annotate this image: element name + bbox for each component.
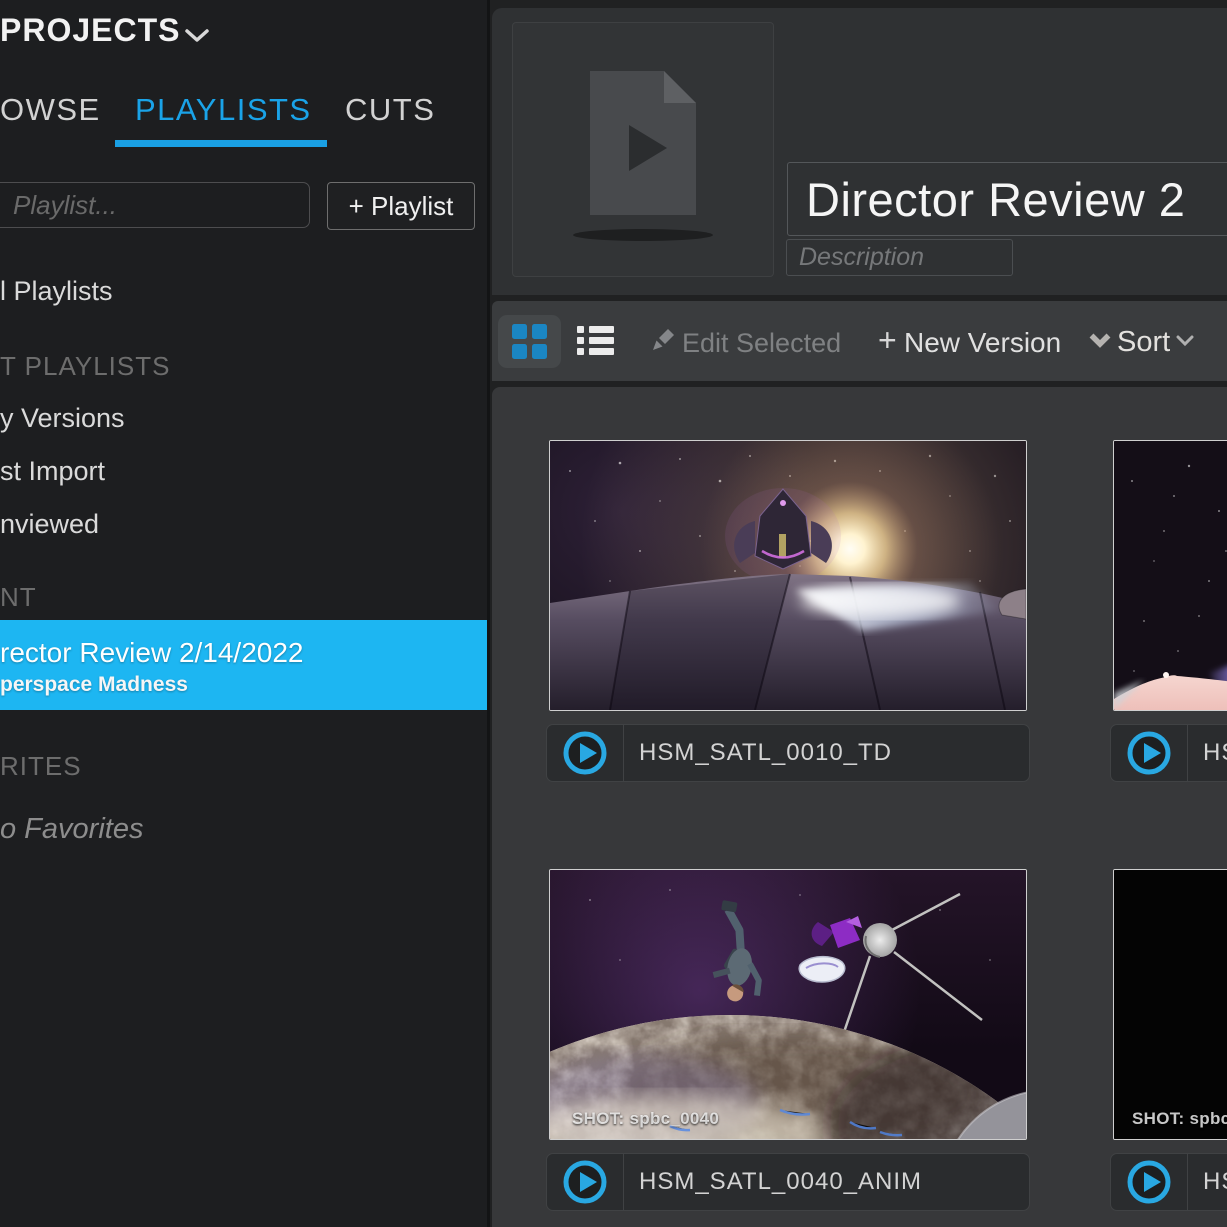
sidebar-item-last-import[interactable]: st Import <box>0 456 105 487</box>
selected-playlist-title: rector Review 2/14/2022 <box>0 637 304 669</box>
projects-menu[interactable]: PROJECTS <box>0 12 180 49</box>
version-name: HS <box>1203 725 1227 781</box>
thumbnail-astronaut-planet-scene <box>550 870 1026 1139</box>
sidebar-item-my-versions[interactable]: y Versions <box>0 403 125 434</box>
sidebar-section-recent: NT <box>0 582 37 613</box>
playlist-title-input[interactable] <box>787 162 1227 236</box>
tab-cuts[interactable]: CUTS <box>345 92 435 128</box>
version-thumbnail[interactable] <box>1113 869 1227 1140</box>
version-card: SHOT: spbc_00 HS <box>1110 869 1227 1210</box>
play-button[interactable] <box>547 1154 624 1210</box>
sidebar-section-smart-playlists: T PLAYLISTS <box>0 351 170 382</box>
edit-selected-button[interactable]: Edit Selected <box>682 328 841 359</box>
version-nameplate: HS <box>1110 724 1227 782</box>
tab-browse[interactable]: OWSE <box>0 92 101 128</box>
sidebar-section-favorites: RITES <box>0 751 82 782</box>
playlist-header-panel <box>492 8 1227 295</box>
active-tab-underline <box>115 140 327 147</box>
version-card: SHOT: spbc_0040 HSM_SATL_0040_ANIM <box>546 869 1030 1210</box>
thumbnail-space-ship-scene <box>550 441 1026 710</box>
add-playlist-button[interactable]: + Playlist <box>327 182 475 230</box>
version-name: HSM_SATL_0040_ANIM <box>639 1154 922 1210</box>
play-icon <box>563 731 607 775</box>
play-button[interactable] <box>547 725 624 781</box>
version-nameplate: HSM_SATL_0040_ANIM <box>546 1153 1030 1211</box>
sidebar: PROJECTS OWSE PLAYLISTS CUTS + Playlist … <box>0 0 490 1227</box>
play-button[interactable] <box>1111 725 1188 781</box>
sidebar-item-unviewed[interactable]: nviewed <box>0 509 99 540</box>
selected-playlist-subtitle: perspace Madness <box>0 673 188 697</box>
plus-icon: + <box>878 322 897 359</box>
main-area: Edit Selected + New Version Sort <box>490 0 1227 1227</box>
play-button[interactable] <box>1111 1154 1188 1210</box>
shot-watermark: SHOT: spbc_0040 <box>572 1109 719 1129</box>
playlist-poster-placeholder <box>512 22 774 277</box>
playlist-search-input[interactable] <box>0 182 310 228</box>
pencil-icon <box>650 326 677 353</box>
version-card: HSM_SATL_0010_TD <box>546 440 1030 781</box>
version-name: HS <box>1203 1154 1227 1210</box>
chevron-down-icon <box>1176 335 1194 347</box>
thumbnail-black-slate <box>1114 870 1227 1139</box>
thumbnail-pink-hull-scene <box>1114 441 1227 710</box>
shot-watermark: SHOT: spbc_00 <box>1132 1109 1227 1129</box>
play-icon <box>1127 731 1171 775</box>
version-grid: HSM_SATL_0010_TD <box>492 387 1227 1227</box>
favorites-empty-text: o Favorites <box>0 813 143 846</box>
sort-direction-icon <box>1088 332 1112 349</box>
new-version-button[interactable]: New Version <box>904 327 1061 359</box>
play-icon <box>1127 1160 1171 1204</box>
sort-button[interactable]: Sort <box>1117 326 1170 359</box>
video-document-icon <box>513 23 773 276</box>
app-screen: PROJECTS OWSE PLAYLISTS CUTS + Playlist … <box>0 0 1227 1227</box>
sidebar-item-selected-playlist[interactable]: rector Review 2/14/2022 perspace Madness <box>0 620 487 710</box>
toolbar: Edit Selected + New Version Sort <box>492 301 1227 381</box>
version-card: HS <box>1110 440 1227 781</box>
version-thumbnail[interactable] <box>549 440 1027 711</box>
version-nameplate: HSM_SATL_0010_TD <box>546 724 1030 782</box>
play-icon <box>563 1160 607 1204</box>
version-thumbnail[interactable] <box>1113 440 1227 711</box>
grid-view-icon <box>512 324 547 359</box>
version-thumbnail[interactable] <box>549 869 1027 1140</box>
chevron-down-icon <box>184 28 210 44</box>
version-nameplate: HS <box>1110 1153 1227 1211</box>
playlist-description-input[interactable] <box>786 239 1013 276</box>
version-name: HSM_SATL_0010_TD <box>639 725 892 781</box>
tab-playlists[interactable]: PLAYLISTS <box>135 92 312 128</box>
sidebar-item-all-playlists[interactable]: l Playlists <box>0 276 113 307</box>
list-view-icon[interactable] <box>577 326 614 356</box>
grid-view-button[interactable] <box>498 315 561 368</box>
